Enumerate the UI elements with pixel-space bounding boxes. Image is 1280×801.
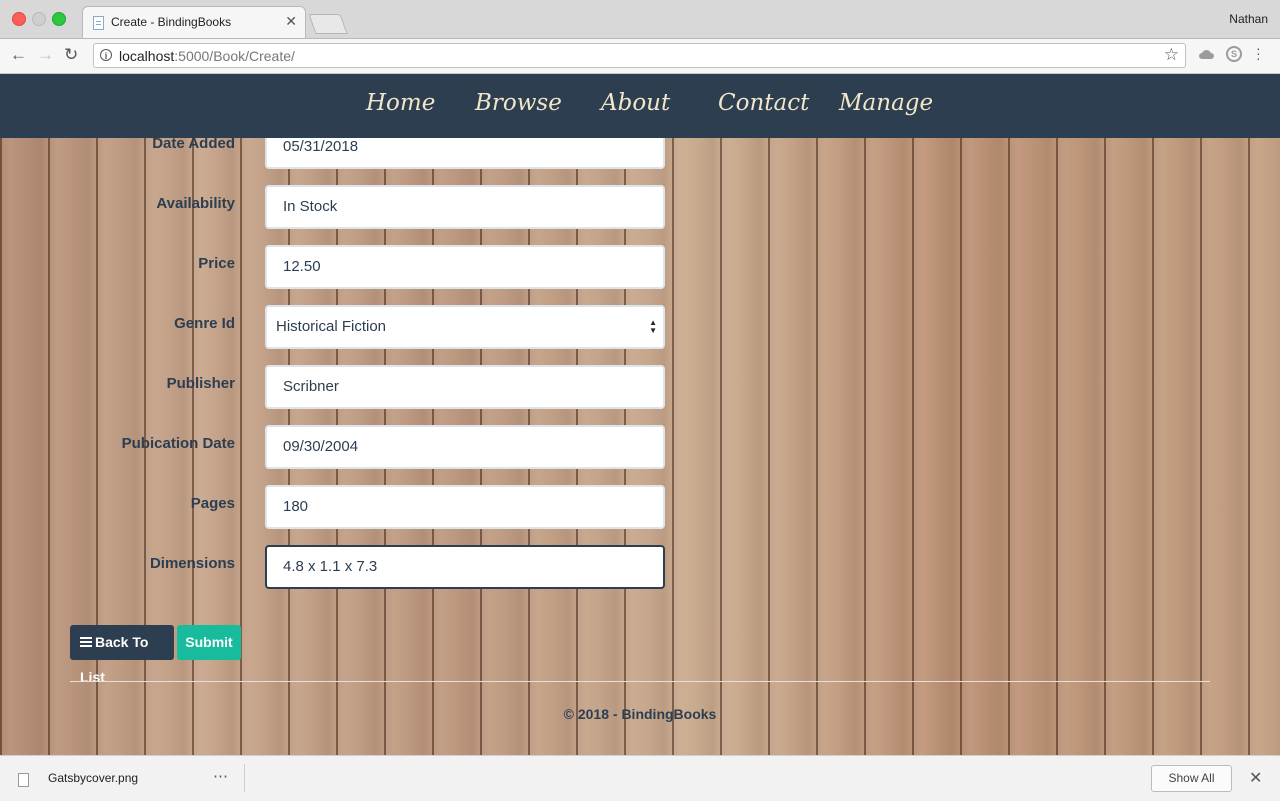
footer-copyright: © 2018 - BindingBooks bbox=[563, 706, 717, 722]
info-icon[interactable]: i bbox=[100, 49, 112, 61]
tab-close-icon[interactable]: ✕ bbox=[285, 13, 297, 30]
profile-name[interactable]: Nathan bbox=[1229, 12, 1268, 26]
cloud-extension-icon[interactable] bbox=[1198, 47, 1214, 61]
reload-icon[interactable]: ↻ bbox=[64, 45, 78, 65]
address-bar[interactable]: i localhost:5000/Book/Create/ ☆ bbox=[93, 43, 1186, 68]
form-row-pages: Pages 180 bbox=[0, 485, 680, 529]
browser-tab-active[interactable]: Create - BindingBooks ✕ bbox=[82, 6, 306, 38]
tab-title: Create - BindingBooks bbox=[111, 15, 232, 29]
publisher-label: Publisher bbox=[166, 375, 235, 392]
bookmark-star-icon[interactable]: ☆ bbox=[1164, 45, 1179, 65]
pages-label: Pages bbox=[190, 495, 235, 512]
download-shelf: Gatsbycover.png ⋯ Show All ✕ bbox=[0, 755, 1280, 801]
url-host: localhost bbox=[119, 48, 175, 64]
publication-date-input[interactable]: 09/30/2004 bbox=[265, 425, 665, 469]
price-input[interactable]: 12.50 bbox=[265, 245, 665, 289]
download-file-name[interactable]: Gatsbycover.png bbox=[48, 771, 138, 785]
site-navbar: Home Browse About Contact Manage bbox=[0, 74, 1280, 138]
browser-tab-bar: Create - BindingBooks ✕ Nathan bbox=[0, 0, 1280, 39]
form-row-genre: Genre Id Historical Fiction ▲ ▼ bbox=[0, 305, 680, 349]
form-row-publisher: Publisher Scribner bbox=[0, 365, 680, 409]
download-options-icon[interactable]: ⋯ bbox=[213, 767, 228, 785]
genre-id-select[interactable]: Historical Fiction ▲ ▼ bbox=[265, 305, 665, 349]
window-maximize-icon[interactable] bbox=[52, 12, 66, 26]
new-tab-button[interactable] bbox=[308, 14, 348, 34]
url-text[interactable]: localhost:5000/Book/Create/ bbox=[119, 48, 295, 64]
dimensions-input[interactable]: 4.8 x 1.1 x 7.3 bbox=[265, 545, 665, 589]
file-icon bbox=[18, 773, 29, 787]
page-content: Home Browse About Contact Manage Date Ad… bbox=[0, 74, 1280, 755]
publisher-input[interactable]: Scribner bbox=[265, 365, 665, 409]
availability-input[interactable]: In Stock bbox=[265, 185, 665, 229]
dimensions-label: Dimensions bbox=[149, 555, 235, 572]
form-row-price: Price 12.50 bbox=[0, 245, 680, 289]
browser-menu-icon[interactable]: · · · bbox=[1256, 41, 1261, 65]
pages-input[interactable]: 180 bbox=[265, 485, 665, 529]
list-icon bbox=[80, 637, 92, 647]
forward-arrow-icon[interactable]: → bbox=[37, 45, 54, 65]
nav-contact[interactable]: Contact bbox=[718, 90, 809, 116]
form-row-dimensions: Dimensions 4.8 x 1.1 x 7.3 bbox=[0, 545, 680, 589]
back-arrow-icon[interactable]: ← bbox=[10, 45, 27, 65]
skype-extension-icon[interactable]: S bbox=[1226, 46, 1242, 62]
nav-home[interactable]: Home bbox=[366, 90, 435, 116]
window-minimize-icon[interactable] bbox=[32, 12, 46, 26]
nav-about[interactable]: About bbox=[601, 90, 670, 116]
nav-manage[interactable]: Manage bbox=[839, 90, 933, 116]
window-close-icon[interactable] bbox=[12, 12, 26, 26]
publication-date-label: Pubication Date bbox=[121, 435, 235, 452]
genre-id-label: Genre Id bbox=[174, 315, 235, 332]
submit-button[interactable]: Submit bbox=[177, 625, 241, 660]
show-all-button[interactable]: Show All bbox=[1151, 765, 1232, 792]
availability-label: Availability bbox=[156, 195, 235, 212]
page-favicon-icon bbox=[93, 16, 104, 30]
form-row-availability: Availability In Stock bbox=[0, 185, 680, 229]
url-path: :5000/Book/Create/ bbox=[174, 48, 295, 64]
download-separator bbox=[244, 764, 245, 792]
nav-browse[interactable]: Browse bbox=[475, 90, 562, 116]
footer-divider bbox=[70, 681, 1210, 682]
back-to-list-button[interactable]: Back To List bbox=[70, 625, 174, 685]
close-shelf-icon[interactable]: ✕ bbox=[1249, 768, 1262, 788]
select-arrows-icon: ▲ ▼ bbox=[649, 318, 657, 335]
form-row-publication-date: Pubication Date 09/30/2004 bbox=[0, 425, 680, 469]
price-label: Price bbox=[198, 255, 235, 272]
browser-toolbar: ← → ↻ i localhost:5000/Book/Create/ ☆ bbox=[0, 39, 1280, 74]
genre-id-selected-value: Historical Fiction bbox=[276, 318, 387, 335]
